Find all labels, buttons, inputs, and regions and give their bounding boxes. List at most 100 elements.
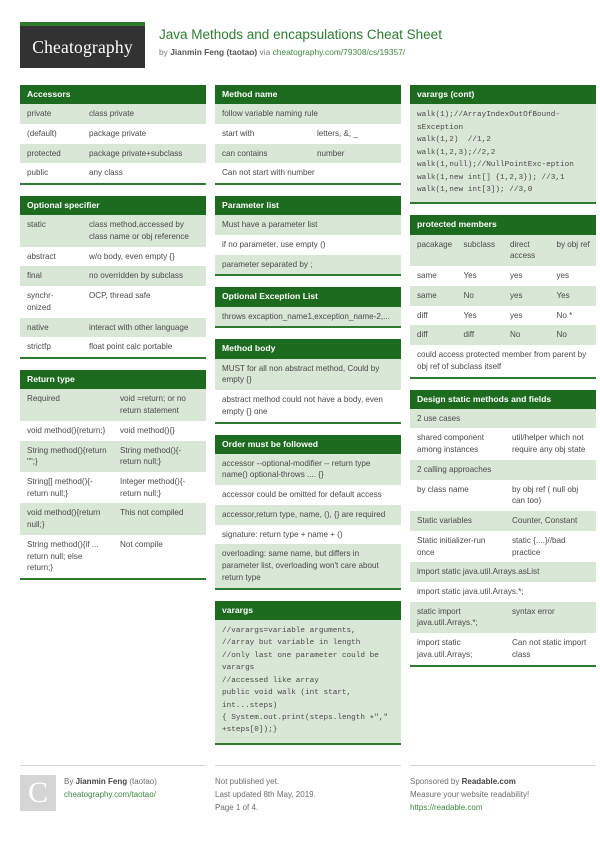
table-cell: accessor,return type, name, (), {} are r…	[222, 509, 386, 519]
cheatsheet-page: Cheatography Java Methods and encapsulat…	[0, 0, 600, 849]
table-cell: by obj ref ( null obj can too)	[512, 484, 579, 506]
footer-author-name: Jianmin Feng	[75, 777, 128, 786]
table-cell: Yes	[556, 290, 570, 300]
table-cell: follow variable naming rule	[222, 109, 318, 119]
author-profile-link[interactable]: cheatography.com/taotao/	[64, 790, 156, 799]
table-row: native interact with other language	[20, 317, 206, 338]
table-cell: package private+subclass	[89, 148, 183, 158]
byline-by: by	[159, 47, 171, 58]
page-footer: C By Jianmin Feng (taotao) cheatography.…	[20, 765, 596, 815]
table-cell: 2 calling approaches	[417, 464, 492, 474]
block-method-body: Method body MUST for all non abstract met…	[215, 339, 401, 424]
table-row: 2 use cases	[410, 408, 596, 429]
table-cell: static import java.util.Arrays.*;	[417, 606, 478, 628]
title-block: Java Methods and encapsulations Cheat Sh…	[159, 22, 442, 59]
table-cell: pacakage	[417, 239, 453, 249]
table-row: walk(1);//ArrayIndexOutOfBound-sExceptio…	[410, 104, 596, 203]
footer-by-label: By	[64, 777, 76, 786]
table-cell: util/helper which not require any obj st…	[512, 433, 586, 455]
table-cell: diff	[417, 330, 428, 340]
sponsor-link[interactable]: https://readable.com	[410, 803, 482, 812]
table-row: private class private	[20, 104, 206, 124]
table-cell: No *	[556, 310, 573, 320]
table-row: void method(){return;} void method(){}	[20, 420, 206, 441]
table-cell: throws excaption_name1,exception_name-2,…	[222, 311, 390, 321]
table-cell: class private	[89, 109, 134, 119]
table-cell: abstract method could not have a body, e…	[222, 395, 383, 416]
footer-publish: Not published yet. Last updated 8th May,…	[215, 765, 401, 815]
table-cell: final	[27, 271, 42, 281]
table-cell: could access protected member from paren…	[417, 350, 587, 371]
block-parameter-list: Parameter list Must have a parameter list…	[215, 196, 401, 277]
block-title: Parameter list	[215, 196, 401, 216]
table-row: same No yes Yes	[410, 285, 596, 306]
block-design-static-methods-and-fields: Design static methods and fields 2 use ca…	[410, 389, 596, 667]
table-cell: void =return; or no return statement	[120, 394, 186, 416]
table-cell: syntax error	[512, 606, 555, 616]
table-row: strictfp float point calc portable	[20, 337, 206, 358]
table-cell: strictfp	[27, 342, 51, 352]
table-cell: No	[463, 290, 474, 300]
footer-author-handle: (taotao)	[127, 777, 157, 786]
table-row: follow variable naming rule	[215, 104, 401, 124]
table-row: protected package private+subclass	[20, 143, 206, 164]
footer-author: C By Jianmin Feng (taotao) cheatography.…	[20, 765, 206, 815]
block-method-name: Method name follow variable naming rule st…	[215, 85, 401, 186]
table-cell: walk(1);//ArrayIndexOutOfBound-sExceptio…	[417, 111, 574, 194]
table-cell: Yes	[463, 271, 477, 281]
table-cell: String method(){if ... return null; else…	[27, 539, 99, 573]
sponsor-prefix: Sponsored by	[410, 777, 462, 786]
table-cell: String method(){-return null;}	[120, 445, 182, 467]
table-row: //varargs=variable arguments, //array bu…	[215, 619, 401, 743]
table-row: final no overridden by subclass	[20, 266, 206, 287]
table-row: import static java.util.Arrays; Can not s…	[410, 633, 596, 665]
table-row: accessor,return type, name, (), {} are r…	[215, 504, 401, 525]
table-cell: Integer method(){-return null;}	[120, 477, 186, 498]
table-cell: any class	[89, 168, 123, 178]
table-row: 2 calling approaches	[410, 459, 596, 480]
table-cell: yes	[556, 271, 570, 281]
table-row: diff diff No No	[410, 325, 596, 346]
table-row: MUST for all non abstract method, Could …	[215, 358, 401, 391]
table-cell: (default)	[27, 128, 57, 138]
table-cell: static	[27, 220, 46, 230]
table-cell: interact with other language	[89, 322, 189, 332]
publish-status: Not published yet.	[215, 777, 280, 786]
table-row: by class name by obj ref ( null obj can t…	[410, 479, 596, 512]
table-cell: yes	[510, 271, 523, 281]
table-row: if no parameter, use empty ()	[215, 235, 401, 255]
cheatography-logo[interactable]: Cheatography	[20, 22, 145, 68]
table-row: import static java.util.Arrays.asList	[410, 562, 596, 583]
table-cell: number	[317, 148, 345, 158]
table-row: Static initializer-run once static {....}…	[410, 530, 596, 563]
block-title: varargs (cont)	[410, 85, 596, 105]
table-row: diff Yes yes No *	[410, 305, 596, 326]
table-row: signature: return type + name + ()	[215, 524, 401, 545]
table-cell: 2 use cases	[417, 413, 461, 423]
table-row: (default) package private	[20, 123, 206, 144]
footer-author-text: By Jianmin Feng (taotao) cheatography.co…	[64, 775, 157, 815]
table-cell: yes	[510, 310, 523, 320]
block-title: Method body	[215, 339, 401, 359]
table-cell: Static initializer-run once	[417, 535, 486, 557]
table-cell: subclass	[463, 239, 496, 249]
table-cell: diff	[417, 310, 428, 320]
table-row: String method(){if ... return null; else…	[20, 534, 206, 579]
masthead: Cheatography Java Methods and encapsulat…	[20, 22, 580, 74]
table-row: abstract w/o body, even empty {}	[20, 246, 206, 267]
table-cell: Counter, Constant	[512, 516, 578, 526]
table-row: Static variables Counter, Constant	[410, 511, 596, 531]
footer-publish-text: Not published yet. Last updated 8th May,…	[215, 775, 316, 815]
table-row: could access protected member from paren…	[410, 345, 596, 377]
source-link[interactable]: cheatography.com/79308/cs/19357/	[273, 47, 406, 57]
column-3: varargs (cont) walk(1);//ArrayIndexOutOfB…	[410, 85, 596, 756]
table-cell: void method(){return;}	[27, 425, 106, 435]
column-2: Method name follow variable naming rule st…	[215, 85, 401, 756]
table-cell: No	[510, 330, 521, 340]
table-cell: accessor could be omitted for default ac…	[222, 490, 382, 500]
block-optional-specifier: Optional specifier static class method,acc…	[20, 196, 206, 360]
page-info: Page 1 of 4.	[215, 802, 259, 812]
table-row: String method(){return "";} String method…	[20, 440, 206, 472]
sponsor-name: Readable.com	[461, 777, 516, 786]
table-cell: start with	[222, 128, 255, 138]
